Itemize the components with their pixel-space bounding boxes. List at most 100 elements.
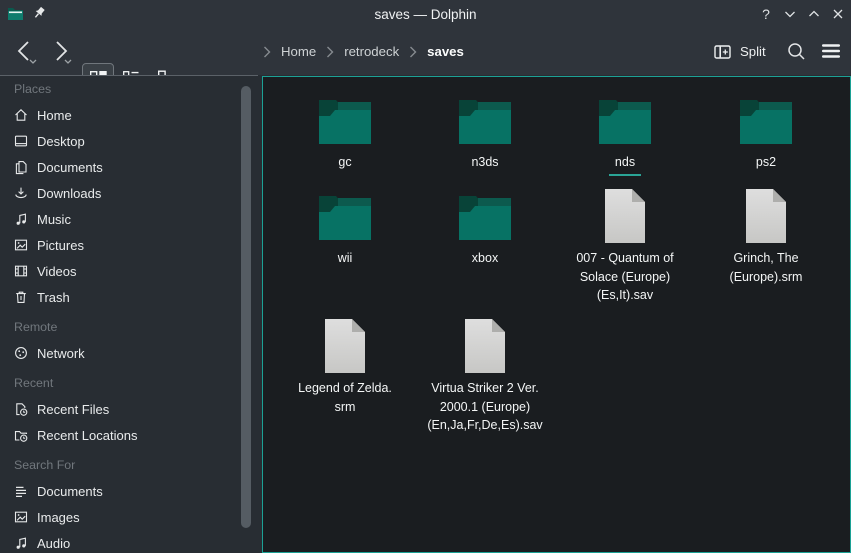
folder-icon: [280, 92, 410, 148]
folder-icon: [420, 92, 550, 148]
pictures-icon: [13, 237, 29, 253]
split-view-icon: [714, 44, 731, 60]
item-label: (En,Ja,Fr,De,Es).sav: [420, 416, 550, 435]
sidebar-item-recent-files[interactable]: Recent Files: [0, 396, 258, 422]
folder-item-ps2[interactable]: ps2: [701, 92, 831, 172]
sidebar-item-label: Videos: [37, 264, 77, 279]
item-label: Legend of Zelda.: [280, 379, 410, 398]
sidebar-item-label: Documents: [37, 484, 103, 499]
folder-icon: [420, 188, 550, 244]
minimize-button[interactable]: [781, 5, 799, 23]
sidebar-item-downloads[interactable]: Downloads: [0, 180, 258, 206]
sidebar-item-label: Trash: [37, 290, 70, 305]
breadcrumb-saves[interactable]: saves: [427, 44, 464, 59]
split-button[interactable]: Split: [714, 28, 766, 75]
sidebar-item-home[interactable]: Home: [0, 102, 258, 128]
sidebar-item-label: Audio: [37, 536, 70, 551]
videos-icon: [13, 263, 29, 279]
hamburger-menu-button[interactable]: [818, 38, 844, 64]
folder-view[interactable]: gc n3ds nds: [262, 76, 851, 553]
sidebar-item-label: Network: [37, 346, 85, 361]
sidebar-item-music[interactable]: Music: [0, 206, 258, 232]
music-note-icon: [13, 535, 29, 551]
sidebar-item-search-images[interactable]: Images: [0, 504, 258, 530]
sidebar-item-label: Recent Locations: [37, 428, 137, 443]
sidebar-item-desktop[interactable]: Desktop: [0, 128, 258, 154]
folder-item-gc[interactable]: gc: [280, 92, 410, 172]
folder-item-xbox[interactable]: xbox: [420, 188, 550, 268]
current-item-underline: [609, 174, 641, 176]
sidebar-item-pictures[interactable]: Pictures: [0, 232, 258, 258]
item-label: Grinch, The: [701, 249, 831, 268]
file-icon: [420, 318, 550, 374]
sidebar-item-label: Downloads: [37, 186, 101, 201]
item-label: n3ds: [420, 153, 550, 172]
search-button[interactable]: [783, 38, 809, 64]
breadcrumb-retrodeck[interactable]: retrodeck: [344, 44, 399, 59]
music-icon: [13, 211, 29, 227]
breadcrumb-home[interactable]: Home: [281, 44, 316, 59]
file-item-007-quantum-of-solace[interactable]: 007 - Quantum of Solace (Europe) (Es,It)…: [560, 188, 690, 305]
downloads-icon: [13, 185, 29, 201]
back-button[interactable]: [12, 37, 42, 67]
section-header-recent: Recent: [0, 370, 258, 396]
dolphin-window: saves — Dolphin ?: [0, 0, 851, 553]
item-label: ps2: [701, 153, 831, 172]
file-item-grinch-the[interactable]: Grinch, The (Europe).srm: [701, 188, 831, 286]
item-label: gc: [280, 153, 410, 172]
document-lines-icon: [13, 483, 29, 499]
documents-icon: [13, 159, 29, 175]
maximize-button[interactable]: [805, 5, 823, 23]
forward-button[interactable]: [45, 37, 75, 67]
sidebar-item-documents[interactable]: Documents: [0, 154, 258, 180]
window-title: saves — Dolphin: [0, 0, 851, 28]
desktop-icon: [13, 133, 29, 149]
recent-files-icon: [13, 401, 29, 417]
file-icon: [560, 188, 690, 244]
item-label: nds: [560, 153, 690, 172]
sidebar-item-recent-locations[interactable]: Recent Locations: [0, 422, 258, 448]
sidebar-item-trash[interactable]: Trash: [0, 284, 258, 310]
sidebar-item-label: Desktop: [37, 134, 85, 149]
folder-item-nds[interactable]: nds: [560, 92, 690, 176]
sidebar-item-label: Recent Files: [37, 402, 109, 417]
breadcrumb: Home retrodeck saves: [263, 28, 464, 75]
image-icon: [13, 509, 29, 525]
sidebar-item-label: Documents: [37, 160, 103, 175]
item-label: (Es,It).sav: [560, 286, 690, 305]
item-label: (Europe).srm: [701, 268, 831, 287]
search-icon: [786, 41, 807, 62]
folder-item-wii[interactable]: wii: [280, 188, 410, 268]
places-scrollbar[interactable]: [241, 86, 251, 528]
chevron-right-icon: [409, 46, 417, 58]
trash-icon: [13, 289, 29, 305]
file-item-virtua-striker-2[interactable]: Virtua Striker 2 Ver. 2000.1 (Europe) (E…: [420, 318, 550, 435]
help-button[interactable]: ?: [757, 5, 775, 23]
chevron-right-icon: [326, 46, 334, 58]
folder-item-n3ds[interactable]: n3ds: [420, 92, 550, 172]
sidebar-item-search-documents[interactable]: Documents: [0, 478, 258, 504]
file-item-legend-of-zelda[interactable]: Legend of Zelda. srm: [280, 318, 410, 416]
toolbar: Home retrodeck saves Split: [0, 28, 851, 75]
section-header-remote: Remote: [0, 314, 258, 340]
folder-icon: [560, 92, 690, 148]
split-button-label: Split: [740, 44, 766, 59]
hamburger-icon: [821, 42, 841, 60]
sidebar-item-search-audio[interactable]: Audio: [0, 530, 258, 553]
folder-icon: [280, 188, 410, 244]
folder-icon: [701, 92, 831, 148]
section-header-places: Places: [0, 76, 258, 102]
item-label: srm: [280, 398, 410, 417]
sidebar-item-network[interactable]: Network: [0, 340, 258, 366]
item-label: wii: [280, 249, 410, 268]
item-label: xbox: [420, 249, 550, 268]
file-icon: [280, 318, 410, 374]
sidebar-item-label: Pictures: [37, 238, 84, 253]
sidebar-item-label: Home: [37, 108, 72, 123]
sidebar-item-videos[interactable]: Videos: [0, 258, 258, 284]
titlebar: saves — Dolphin ?: [0, 0, 851, 28]
chevron-right-icon: [263, 46, 271, 58]
sidebar-item-label: Music: [37, 212, 71, 227]
close-button[interactable]: [829, 5, 847, 23]
sidebar-item-label: Images: [37, 510, 80, 525]
